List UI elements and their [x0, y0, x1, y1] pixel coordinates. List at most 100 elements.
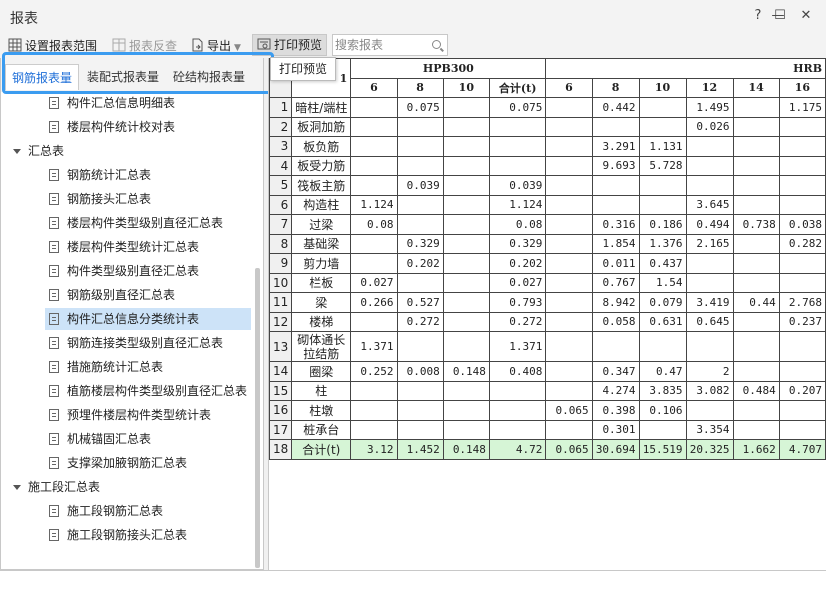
value-cell[interactable]: [396, 400, 444, 421]
value-cell[interactable]: [488, 155, 547, 176]
value-cell[interactable]: 0.008: [396, 361, 444, 382]
value-cell[interactable]: 0.767: [591, 272, 640, 293]
value-cell[interactable]: 5.728: [638, 155, 687, 176]
value-cell[interactable]: 0.527: [396, 292, 444, 313]
value-cell[interactable]: 0.079: [638, 292, 687, 313]
value-cell[interactable]: [591, 194, 640, 215]
tree-item[interactable]: 钢筋接头汇总表: [49, 188, 151, 210]
value-cell[interactable]: [685, 272, 734, 293]
value-cell[interactable]: 1.54: [638, 272, 687, 293]
value-cell[interactable]: 0.793: [488, 292, 547, 313]
value-cell[interactable]: 0.645: [685, 311, 734, 332]
value-cell[interactable]: [591, 331, 640, 362]
search-icon[interactable]: [432, 40, 441, 49]
tree-item[interactable]: 施工段钢筋汇总表: [49, 500, 163, 522]
value-cell[interactable]: [778, 419, 826, 440]
value-cell[interactable]: [685, 253, 734, 274]
value-cell[interactable]: [545, 155, 593, 176]
value-cell[interactable]: [732, 233, 780, 254]
row-number[interactable]: 13: [269, 331, 293, 362]
value-cell[interactable]: [778, 400, 826, 421]
value-cell[interactable]: 0.282: [778, 233, 826, 254]
value-cell[interactable]: 1.371: [488, 331, 547, 362]
value-cell[interactable]: 0.08: [350, 214, 398, 235]
value-cell[interactable]: [488, 419, 547, 440]
value-cell[interactable]: [442, 194, 490, 215]
value-cell[interactable]: [545, 214, 593, 235]
value-cell[interactable]: [488, 400, 547, 421]
value-cell[interactable]: 0.026: [685, 116, 734, 137]
value-cell[interactable]: 0.027: [488, 272, 547, 293]
value-cell[interactable]: 0.106: [638, 400, 687, 421]
value-cell[interactable]: 1.854: [591, 233, 640, 254]
tree-item[interactable]: 施工段钢筋接头汇总表: [49, 524, 187, 546]
export-button[interactable]: 导出 ▼: [190, 36, 241, 56]
value-cell[interactable]: [778, 155, 826, 176]
value-cell[interactable]: 1.452: [396, 439, 444, 460]
value-cell[interactable]: 0.316: [591, 214, 640, 235]
value-cell[interactable]: 0.272: [396, 311, 444, 332]
column-header[interactable]: 6: [350, 77, 398, 98]
value-cell[interactable]: 0.408: [488, 361, 547, 382]
value-cell[interactable]: 0.202: [396, 253, 444, 274]
row-number[interactable]: 18: [269, 439, 293, 460]
value-cell[interactable]: [778, 331, 826, 362]
close-icon[interactable]: ✕: [796, 6, 816, 26]
value-cell[interactable]: [442, 400, 490, 421]
value-cell[interactable]: 0.442: [591, 97, 640, 118]
row-number[interactable]: 14: [269, 361, 293, 382]
row-number[interactable]: 9: [269, 253, 293, 274]
tree-item[interactable]: 支撑梁加腋钢筋汇总表: [49, 452, 187, 474]
value-cell[interactable]: 2.165: [685, 233, 734, 254]
tab-rebar-report[interactable]: 钢筋报表量: [5, 64, 80, 90]
value-cell[interactable]: 0.207: [778, 380, 826, 401]
value-cell[interactable]: [545, 380, 593, 401]
value-cell[interactable]: 0.301: [591, 419, 640, 440]
value-cell[interactable]: [778, 136, 826, 157]
value-cell[interactable]: 3.291: [591, 136, 640, 157]
value-cell[interactable]: [591, 116, 640, 137]
value-cell[interactable]: [545, 292, 593, 313]
component-name-cell[interactable]: 板受力筋: [291, 155, 352, 176]
component-name-cell[interactable]: 柱: [291, 380, 352, 401]
value-cell[interactable]: [778, 253, 826, 274]
tab-concrete-report[interactable]: 砼结构报表量: [167, 64, 251, 90]
column-header[interactable]: 12: [685, 77, 734, 98]
value-cell[interactable]: 1.376: [638, 233, 687, 254]
print-preview-button[interactable]: 打印预览: [252, 34, 328, 56]
value-cell[interactable]: [732, 155, 780, 176]
value-cell[interactable]: [732, 97, 780, 118]
value-cell[interactable]: [732, 361, 780, 382]
value-cell[interactable]: 0.437: [638, 253, 687, 274]
value-cell[interactable]: [442, 331, 490, 362]
value-cell[interactable]: 1.175: [778, 97, 826, 118]
column-header[interactable]: 8: [396, 77, 444, 98]
component-name-cell[interactable]: 栏板: [291, 272, 352, 293]
value-cell[interactable]: [396, 155, 444, 176]
value-cell[interactable]: 0.038: [778, 214, 826, 235]
row-number[interactable]: 4: [269, 155, 293, 176]
value-cell[interactable]: [545, 194, 593, 215]
column-header[interactable]: 6: [545, 77, 593, 98]
value-cell[interactable]: [396, 331, 444, 362]
value-cell[interactable]: [396, 272, 444, 293]
value-cell[interactable]: 0.329: [488, 233, 547, 254]
value-cell[interactable]: [685, 400, 734, 421]
row-number[interactable]: 5: [269, 175, 293, 196]
value-cell[interactable]: [685, 331, 734, 362]
value-cell[interactable]: [732, 136, 780, 157]
value-cell[interactable]: [396, 214, 444, 235]
tree-scrollbar[interactable]: [255, 268, 260, 568]
group-header-hpb300[interactable]: HPB300: [350, 58, 547, 79]
value-cell[interactable]: [350, 253, 398, 274]
component-name-cell[interactable]: 过梁: [291, 214, 352, 235]
column-header[interactable]: 合计(t): [488, 77, 547, 98]
value-cell[interactable]: 0.252: [350, 361, 398, 382]
value-cell[interactable]: 4.707: [778, 439, 826, 460]
value-cell[interactable]: 0.266: [350, 292, 398, 313]
tree-item[interactable]: 机械锚固汇总表: [49, 428, 151, 450]
value-cell[interactable]: 20.325: [685, 439, 734, 460]
value-cell[interactable]: [638, 331, 687, 362]
value-cell[interactable]: [545, 233, 593, 254]
value-cell[interactable]: [638, 116, 687, 137]
